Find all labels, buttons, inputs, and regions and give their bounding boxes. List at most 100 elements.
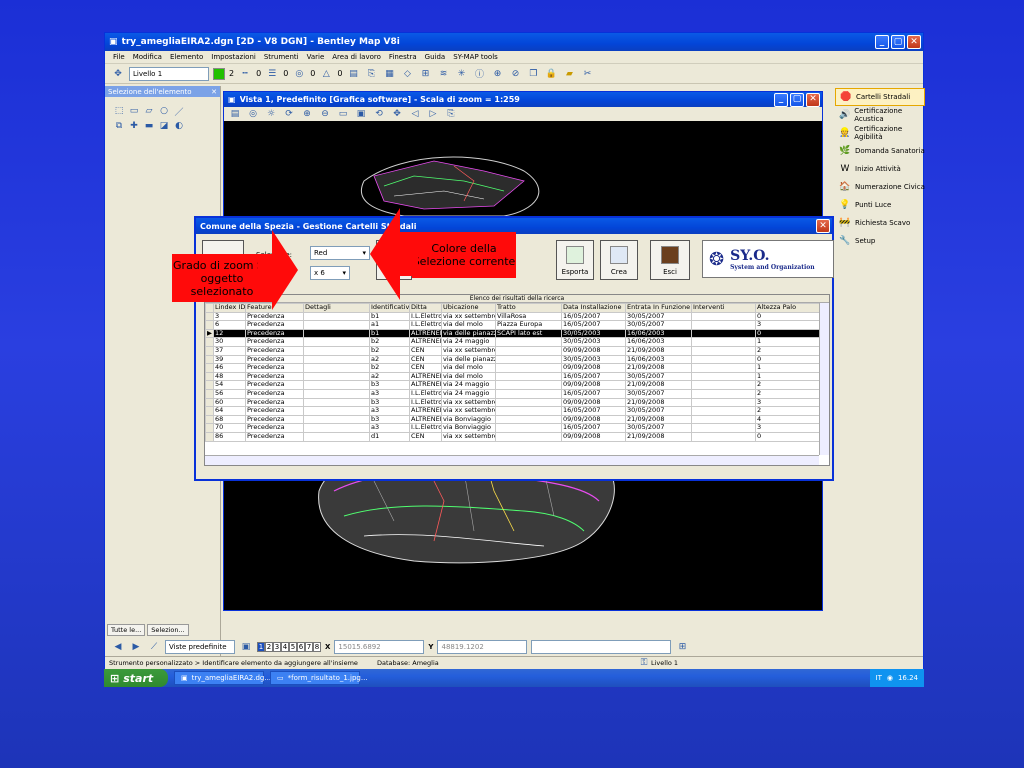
menu-item-finestra[interactable]: Finestra [389,53,417,61]
view-titlebar[interactable]: ▣ Vista 1, Predefinito [Grafica software… [224,92,822,107]
next-view-icon[interactable]: ▷ [426,107,440,121]
minimize-button[interactable]: _ [875,35,889,49]
previous-view-icon[interactable]: ◁ [408,107,422,121]
table-row[interactable]: 48 Precedenza a2 ALTRENER via del molo 16/05/… [205,371,820,382]
views-combo[interactable]: Viste predefinite [165,640,235,654]
taskbar-item-bentley[interactable]: ▣ try_amegliaEIRA2.dg... [174,671,271,685]
view-attributes-icon[interactable]: ▤ [228,107,242,121]
priority-icon[interactable]: △ [319,67,333,81]
column-header[interactable]: Ubicazione [441,303,496,313]
layer-icon[interactable]: ≋ [436,67,450,81]
lock-status-icon[interactable]: ⚿ [637,656,651,670]
views-icon[interactable]: ▣ [239,640,253,654]
view-page-4-button[interactable]: 4 [281,642,289,652]
menu-item-impostazioni[interactable]: Impostazioni [211,53,256,61]
sy-map-item-inizio-attivita[interactable]: W Inizio Attività [835,160,925,178]
x-coordinate-field[interactable]: 15015.6892 [334,640,425,654]
menu-item-elemento[interactable]: Elemento [170,53,203,61]
menu-item-file[interactable]: File [113,53,125,61]
sy-map-item-punti-luce[interactable]: 💡 Punti Luce [835,196,925,214]
rect-select-icon[interactable]: ▭ [128,105,140,117]
menu-item-sy-map-tools[interactable]: SY-MAP tools [453,53,498,61]
table-row[interactable]: 70 Precedenza a3 I.L.Elettro via Bonviaggio 1… [205,423,820,433]
snap-icon[interactable]: ⟋ [147,640,161,654]
view-page-5-button[interactable]: 5 [289,642,297,652]
view-page-6-button[interactable]: 6 [297,642,305,652]
key-in-field[interactable] [531,640,672,654]
column-header[interactable]: Ditta [409,303,442,313]
dialog-close-button[interactable]: ✕ [816,219,830,233]
sy-map-item-certificazione-acustica[interactable]: 🔊 Certificazione Acustica [835,106,925,124]
grid-horizontal-scrollbar[interactable] [205,455,819,465]
view-page-8-button[interactable]: 8 [313,642,321,652]
panel-close-icon[interactable]: ✕ [211,88,217,96]
view-close-button[interactable]: ✕ [806,92,820,107]
transparency-icon[interactable]: ◎ [292,67,306,81]
back-icon[interactable]: ◀ [111,640,125,654]
view-page-7-button[interactable]: 7 [305,642,313,652]
circle-select-icon[interactable]: ○ [158,105,170,117]
window-area-icon[interactable]: ▭ [336,107,350,121]
network-icon[interactable]: ◉ [887,674,893,682]
element-selection-icon[interactable]: ✥ [111,67,125,81]
y-coordinate-field[interactable]: 48819.1202 [437,640,528,654]
shape-select-icon[interactable]: ▱ [143,105,155,117]
sy-map-item-numerazione-civica[interactable]: 🏠 Numerazione Civica [835,178,925,196]
taskbar-item-image[interactable]: ▭ *form_risultato_1.jpg... [270,671,368,685]
zoom-factor-combo[interactable]: x 6 ▾ [310,266,350,280]
table-row[interactable]: 60 Precedenza b3 I.L.Elettro via xx settembr… [205,397,820,408]
zoom-in-icon[interactable]: ⊕ [300,107,314,121]
grid-icon[interactable]: ⊕ [490,67,504,81]
sy-map-item-certificazione-agibilita[interactable]: 👷 Certificazione Agibilità [835,124,925,142]
table-row[interactable]: 3 Precedenza b1 I.L.Elettro via xx settembre… [205,311,820,322]
column-header[interactable]: Dettagli [303,303,370,313]
exit-button[interactable]: Esci [650,240,690,280]
view-minimize-button[interactable]: _ [774,92,788,107]
maximize-button[interactable]: ▢ [891,35,905,49]
star-icon[interactable]: ✳ [454,67,468,81]
level-combo[interactable]: Livello 1 [129,66,209,81]
create-button[interactable]: Crea [600,240,638,280]
copy-view-icon[interactable]: ⎘ [444,107,458,121]
start-button[interactable]: ⊞ start [104,669,168,687]
shape-icon[interactable]: ◇ [400,67,414,81]
table-row[interactable]: 64 Precedenza a3 ALTRENER via xx settembre 16… [205,406,820,416]
menu-item-area-di-lavoro[interactable]: Area di lavoro [332,53,381,61]
copy-icon[interactable]: ⎘ [364,67,378,81]
column-header[interactable]: Entrata In Funzione [625,303,692,313]
table-row[interactable]: 6 Precedenza a1 I.L.Elettro via del molo Piaz… [205,320,820,330]
rotate-view-icon[interactable]: ⟲ [372,107,386,121]
sy-map-item-domanda-sanatoria[interactable]: 🌿 Domanda Sanatoria [835,142,925,160]
map-icon[interactable]: ⊞ [418,67,432,81]
sy-map-item-richiesta-scavo[interactable]: 🚧 Richiesta Scavo [835,214,925,232]
menu-item-guida[interactable]: Guida [425,53,446,61]
sy-map-item-setup[interactable]: 🔧 Setup [835,232,925,250]
table-row[interactable]: 56 Precedenza a3 I.L.Elettro via 24 maggio 16… [205,388,820,399]
view-page-2-button[interactable]: 2 [265,642,273,652]
mode-invert-icon[interactable]: ◪ [158,120,170,132]
fit-view-icon[interactable]: ▣ [354,107,368,121]
view-icon[interactable]: ▤ [346,67,360,81]
view-page-1-button[interactable]: 1 [257,642,265,652]
zoom-out-icon[interactable]: ⊖ [318,107,332,121]
sy-map-item-cartelli-stradali[interactable]: 🛑 Cartelli Stradali [835,88,925,106]
view-maximize-button[interactable]: ▢ [790,92,804,107]
table-row[interactable]: 86 Precedenza d1 CEN via xx settembre 09/09/2… [205,431,820,442]
pan-view-icon[interactable]: ✥ [390,107,404,121]
export-button[interactable]: Esporta [556,240,594,280]
table-row[interactable]: 46 Precedenza b2 CEN via del molo 09/09/2008 2… [205,363,820,373]
column-header[interactable]: Tratto [495,303,562,313]
linestyle-icon[interactable]: ┅ [238,67,252,81]
info-icon[interactable]: ⓘ [472,67,486,81]
tools-icon[interactable]: ✂ [580,67,594,81]
no-icon[interactable]: ⊘ [508,67,522,81]
update-view-icon[interactable]: ⟳ [282,107,296,121]
column-header[interactable]: Altezza Palo [755,303,820,313]
lock-icon[interactable]: 🔒 [544,67,558,81]
accudraw-icon[interactable]: ⊞ [675,640,689,654]
grid-vertical-scrollbar[interactable] [819,303,829,455]
language-indicator[interactable]: IT [876,674,882,682]
view-page-3-button[interactable]: 3 [273,642,281,652]
weight-icon[interactable]: ☰ [265,67,279,81]
forward-icon[interactable]: ▶ [129,640,143,654]
